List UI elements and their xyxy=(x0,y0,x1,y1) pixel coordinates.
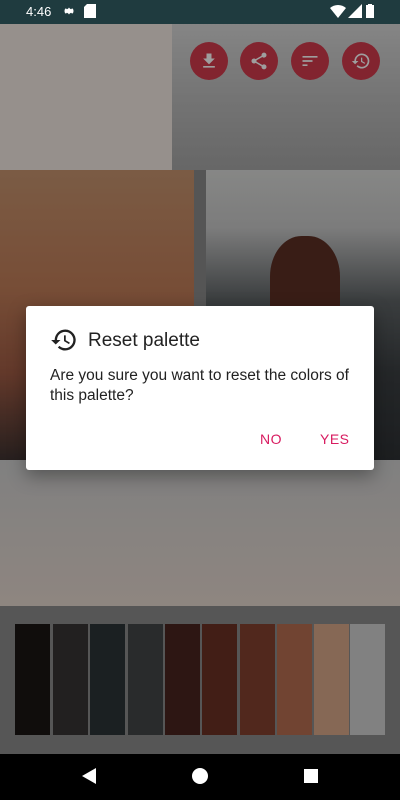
dialog-title: Reset palette xyxy=(88,330,200,351)
navigation-bar xyxy=(0,754,400,800)
sd-card-icon xyxy=(84,4,96,21)
settings-icon xyxy=(62,4,76,21)
recents-icon[interactable] xyxy=(302,766,320,791)
wifi-icon xyxy=(330,4,346,21)
status-bar: 4:46 xyxy=(0,0,400,24)
signal-icon xyxy=(348,4,362,21)
home-icon[interactable] xyxy=(191,766,209,791)
status-time: 4:46 xyxy=(26,4,52,19)
back-icon[interactable] xyxy=(80,766,98,791)
history-icon xyxy=(51,329,76,351)
yes-button[interactable]: YES xyxy=(320,431,350,447)
reset-palette-dialog: Reset palette Are you sure you want to r… xyxy=(26,306,374,470)
dialog-message: Are you sure you want to reset the color… xyxy=(50,367,349,404)
battery-icon xyxy=(366,4,374,21)
no-button[interactable]: NO xyxy=(260,431,282,447)
